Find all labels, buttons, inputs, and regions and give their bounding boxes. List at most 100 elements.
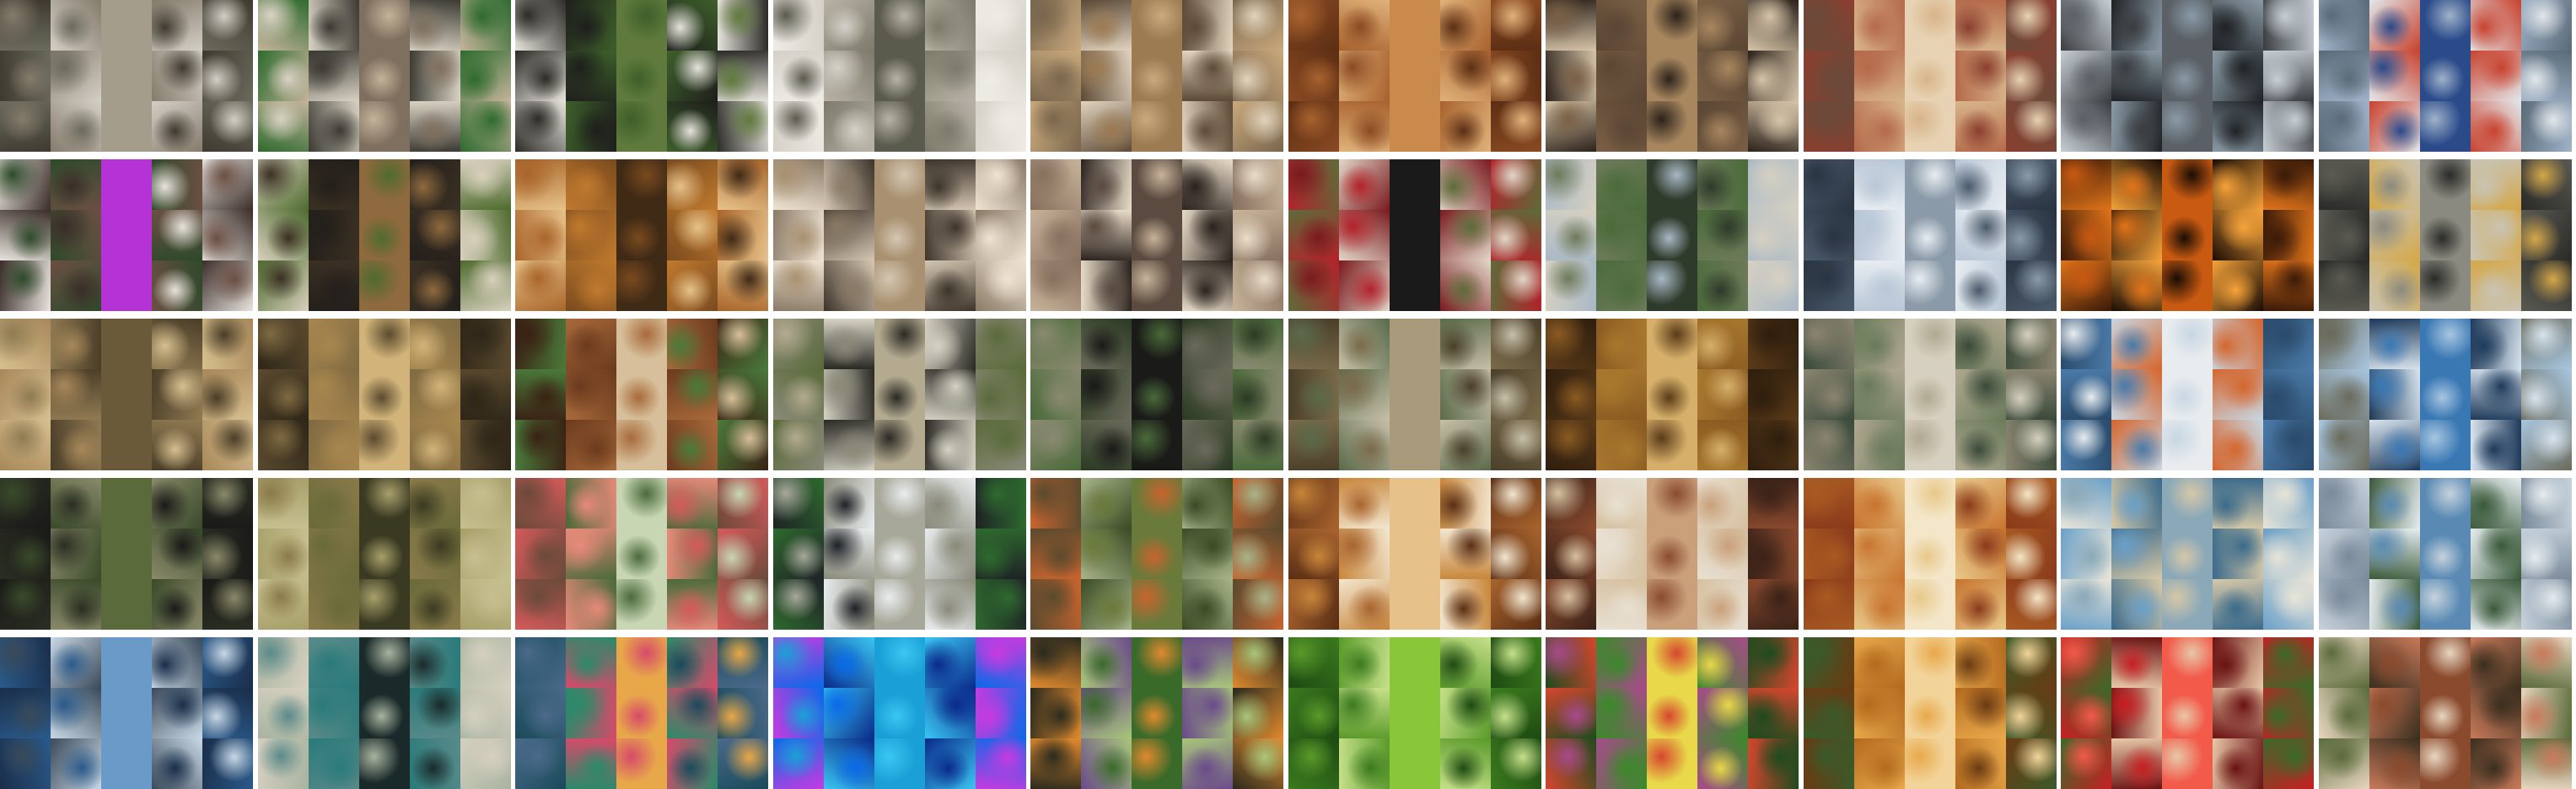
photo-thumbnail <box>925 688 976 738</box>
photo-thumbnail <box>410 637 460 688</box>
photo-thumbnail <box>51 319 101 369</box>
photo-thumbnail <box>2521 159 2572 210</box>
photo-thumbnail <box>1288 529 1339 579</box>
photo-thumbnail <box>2213 579 2263 630</box>
photo-thumbnail <box>2521 0 2572 51</box>
photo-thumbnail <box>874 420 925 470</box>
photo-thumbnail <box>2213 420 2263 470</box>
photo-thumbnail <box>667 101 718 152</box>
photo-thumbnail <box>925 51 976 101</box>
photo-thumbnail <box>309 159 359 210</box>
photo-thumbnail <box>2471 101 2521 152</box>
photo-thumbnail <box>1905 159 1955 210</box>
image-mosaic <box>0 0 2576 789</box>
photo-thumbnail <box>1030 369 1081 420</box>
photo-thumbnail <box>1491 478 1541 529</box>
photo-thumbnail <box>0 688 51 738</box>
photo-thumbnail <box>2162 159 2213 210</box>
photo-thumbnail <box>1697 529 1748 579</box>
photo-thumbnail <box>1491 101 1541 152</box>
photo-thumbnail <box>976 101 1026 152</box>
photo-thumbnail <box>1390 319 1440 369</box>
photo-thumbnail <box>1339 420 1390 470</box>
photo-thumbnail <box>2471 637 2521 688</box>
photo-thumbnail <box>2521 260 2572 311</box>
photo-thumbnail <box>718 260 768 311</box>
photo-thumbnail <box>1030 159 1081 210</box>
photo-thumbnail <box>1030 210 1081 260</box>
panel-plated-desserts <box>1546 478 1799 630</box>
photo-thumbnail <box>202 420 253 470</box>
photo-thumbnail <box>1030 0 1081 51</box>
photo-thumbnail <box>2420 159 2471 210</box>
photo-thumbnail <box>258 637 309 688</box>
photo-thumbnail <box>2420 0 2471 51</box>
panel-shells-and-snails <box>258 637 511 789</box>
photo-thumbnail <box>1233 51 1283 101</box>
photo-thumbnail <box>1748 51 1799 101</box>
panel-border-collie-dogs <box>515 0 768 152</box>
photo-thumbnail <box>1081 210 1132 260</box>
photo-thumbnail <box>1647 478 1697 529</box>
photo-thumbnail <box>2319 420 2369 470</box>
photo-thumbnail <box>1905 0 1955 51</box>
photo-thumbnail <box>359 0 410 51</box>
photo-thumbnail <box>976 637 1026 688</box>
photo-thumbnail <box>2006 688 2057 738</box>
photo-thumbnail <box>410 369 460 420</box>
photo-thumbnail <box>874 369 925 420</box>
photo-thumbnail <box>1697 159 1748 210</box>
photo-thumbnail <box>2213 637 2263 688</box>
photo-thumbnail <box>976 478 1026 529</box>
photo-thumbnail <box>1233 637 1283 688</box>
photo-thumbnail <box>1233 529 1283 579</box>
photo-thumbnail <box>2471 420 2521 470</box>
photo-thumbnail <box>1647 210 1697 260</box>
photo-thumbnail <box>460 738 511 789</box>
photo-thumbnail <box>2006 260 2057 311</box>
photo-thumbnail <box>773 637 824 688</box>
photo-thumbnail <box>2263 637 2314 688</box>
photo-thumbnail <box>925 579 976 630</box>
panel-beaches <box>2061 478 2314 630</box>
panel-pug-dogs <box>258 0 511 152</box>
photo-thumbnail <box>2471 529 2521 579</box>
photo-thumbnail <box>773 688 824 738</box>
photo-thumbnail <box>1955 260 2006 311</box>
photo-thumbnail <box>566 0 616 51</box>
photo-thumbnail <box>1288 579 1339 630</box>
photo-thumbnail <box>515 319 566 369</box>
photo-thumbnail <box>1182 579 1233 630</box>
photo-thumbnail <box>1030 260 1081 311</box>
panel-coral-reef-fish <box>515 637 768 789</box>
photo-thumbnail <box>51 159 101 210</box>
photo-thumbnail <box>152 101 202 152</box>
photo-thumbnail <box>1339 101 1390 152</box>
photo-thumbnail <box>1233 210 1283 260</box>
panel-vintage-cars <box>2319 0 2572 152</box>
photo-thumbnail <box>202 579 253 630</box>
photo-thumbnail <box>51 420 101 470</box>
photo-thumbnail <box>2420 369 2471 420</box>
photo-thumbnail <box>1491 420 1541 470</box>
panel-butterflies <box>1030 637 1283 789</box>
photo-thumbnail <box>359 159 410 210</box>
photo-thumbnail <box>202 529 253 579</box>
photo-thumbnail <box>1955 0 2006 51</box>
photo-thumbnail <box>667 637 718 688</box>
photo-thumbnail <box>1182 637 1233 688</box>
photo-thumbnail <box>1955 478 2006 529</box>
photo-thumbnail <box>2471 688 2521 738</box>
photo-thumbnail <box>874 579 925 630</box>
photo-thumbnail <box>2420 51 2471 101</box>
photo-thumbnail <box>1905 478 1955 529</box>
photo-thumbnail <box>1081 529 1132 579</box>
photo-thumbnail <box>1804 420 1854 470</box>
photo-thumbnail <box>1339 738 1390 789</box>
photo-thumbnail <box>1905 101 1955 152</box>
photo-thumbnail <box>1440 420 1491 470</box>
photo-thumbnail <box>1697 319 1748 369</box>
photo-thumbnail <box>202 688 253 738</box>
photo-thumbnail <box>410 529 460 579</box>
photo-thumbnail <box>1288 319 1339 369</box>
